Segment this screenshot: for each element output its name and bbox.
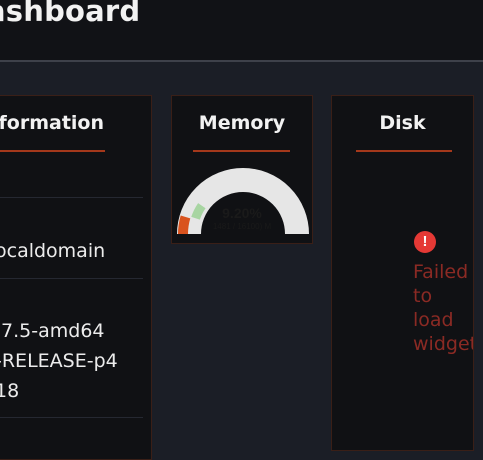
memory-gauge: 9.20% 1481 / 16100) M xyxy=(177,168,309,235)
disk-widget-title: Disk xyxy=(379,112,426,134)
error-line: widget xyxy=(413,333,473,355)
error-line: to xyxy=(413,285,433,307)
memory-widget: Memory 9.20% 1481 / 16100) M xyxy=(171,95,313,244)
page-title: ashboard xyxy=(0,0,141,28)
information-title-underline xyxy=(0,150,105,152)
memory-percent: 9.20% xyxy=(222,205,262,221)
gauge-secondary-segment xyxy=(191,203,206,220)
info-kernel-value: .7.5-amd64 xyxy=(0,320,105,342)
info-separator xyxy=(0,417,143,418)
info-hostname-value: ocaldomain xyxy=(0,240,106,262)
disk-title-underline xyxy=(356,150,452,152)
info-version-value: -RELEASE-p4 xyxy=(0,350,118,372)
info-separator xyxy=(0,197,143,198)
information-widget: formation ocaldomain .7.5-amd64 -RELEASE… xyxy=(0,95,152,460)
disk-error-message: Failed to load widget xyxy=(413,260,473,356)
disk-widget: Disk ! Failed to load widget xyxy=(331,95,474,451)
info-separator xyxy=(0,278,143,279)
gauge-used-segment xyxy=(178,215,191,235)
information-widget-title: formation xyxy=(0,112,104,134)
info-build-value: 18 xyxy=(0,380,20,402)
top-bar: ashboard xyxy=(0,0,483,62)
error-line: Failed xyxy=(413,261,469,283)
error-line: load xyxy=(413,309,454,331)
exclamation-circle-icon: ! xyxy=(414,231,436,253)
memory-detail: 1481 / 16100) M xyxy=(213,222,272,231)
